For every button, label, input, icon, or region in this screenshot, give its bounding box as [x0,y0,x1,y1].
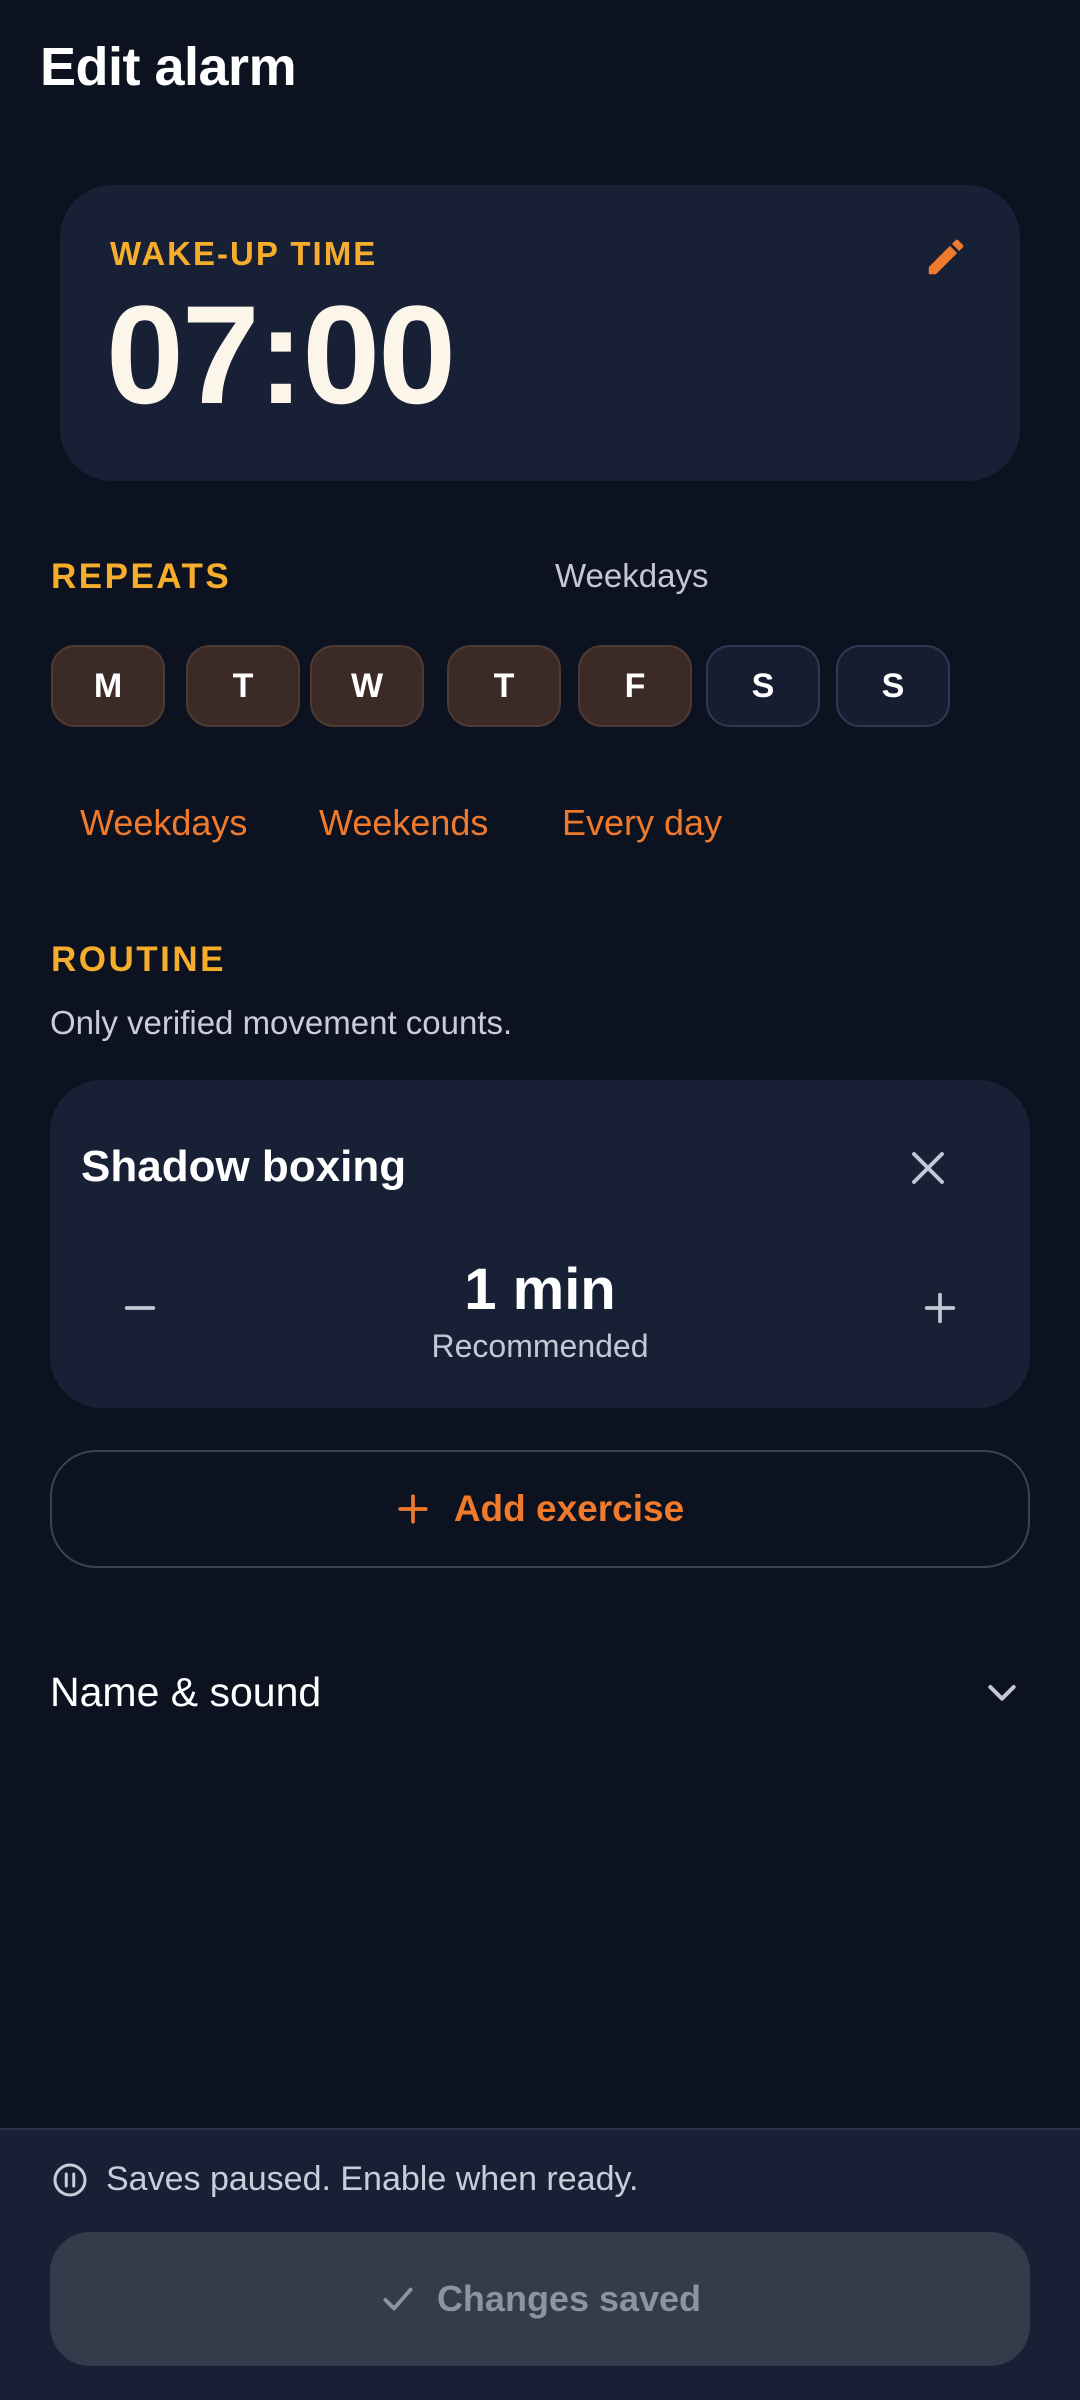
changes-saved-button[interactable]: Changes saved [50,2232,1030,2366]
exercise-name: Shadow boxing [81,1142,407,1191]
exercise-duration: 1 min [464,1257,616,1322]
close-icon [907,1147,949,1194]
page-title: Edit alarm [40,37,297,97]
wake-up-time-label: WAKE-UP TIME [110,235,378,272]
day-chip-monday[interactable]: M [51,645,165,727]
remove-exercise-button[interactable] [900,1142,956,1198]
exercise-card: Shadow boxing 1 min Recommended [50,1080,1030,1408]
day-chip-tuesday[interactable]: T [186,645,300,727]
save-status: Saves paused. Enable when ready. [52,2160,638,2199]
wake-up-time-card[interactable]: WAKE-UP TIME 07:00 [60,185,1020,481]
save-footer: Saves paused. Enable when ready. Changes… [0,2128,1080,2400]
pencil-icon [923,234,969,285]
preset-weekends[interactable]: Weekends [319,802,488,844]
edit-time-button[interactable] [908,221,984,297]
edit-alarm-screen: Edit alarm WAKE-UP TIME 07:00 REPEATS We… [0,0,1080,2400]
wake-up-time-value[interactable]: 07:00 [106,285,456,425]
name-and-sound-expander[interactable]: Name & sound [50,1650,1030,1734]
chevron-down-icon [982,1672,1022,1712]
day-chip-thursday[interactable]: T [447,645,561,727]
day-chip-friday[interactable]: F [578,645,692,727]
add-exercise-button[interactable]: Add exercise [50,1450,1030,1568]
duration-recommendation: Recommended [431,1328,649,1364]
routine-section-label: ROUTINE [51,940,226,979]
name-and-sound-label: Name & sound [50,1668,322,1715]
plus-icon [920,1288,960,1333]
repeats-section-label: REPEATS [51,557,232,596]
day-chip-wednesday[interactable]: W [310,645,424,727]
plus-icon [396,1492,430,1526]
preset-every-day[interactable]: Every day [562,802,722,844]
changes-saved-label: Changes saved [436,2278,702,2319]
add-exercise-label: Add exercise [453,1488,685,1529]
day-chip-sunday[interactable]: S [836,645,950,727]
pause-circle-icon [52,2162,88,2198]
day-chip-saturday[interactable]: S [706,645,820,727]
increase-duration-button[interactable] [910,1280,970,1340]
routine-subtitle: Only verified movement counts. [50,1004,513,1041]
check-icon [379,2280,417,2318]
preset-weekdays[interactable]: Weekdays [80,802,247,844]
save-status-text: Saves paused. Enable when ready. [106,2160,639,2198]
repeats-summary: Weekdays [555,557,709,594]
